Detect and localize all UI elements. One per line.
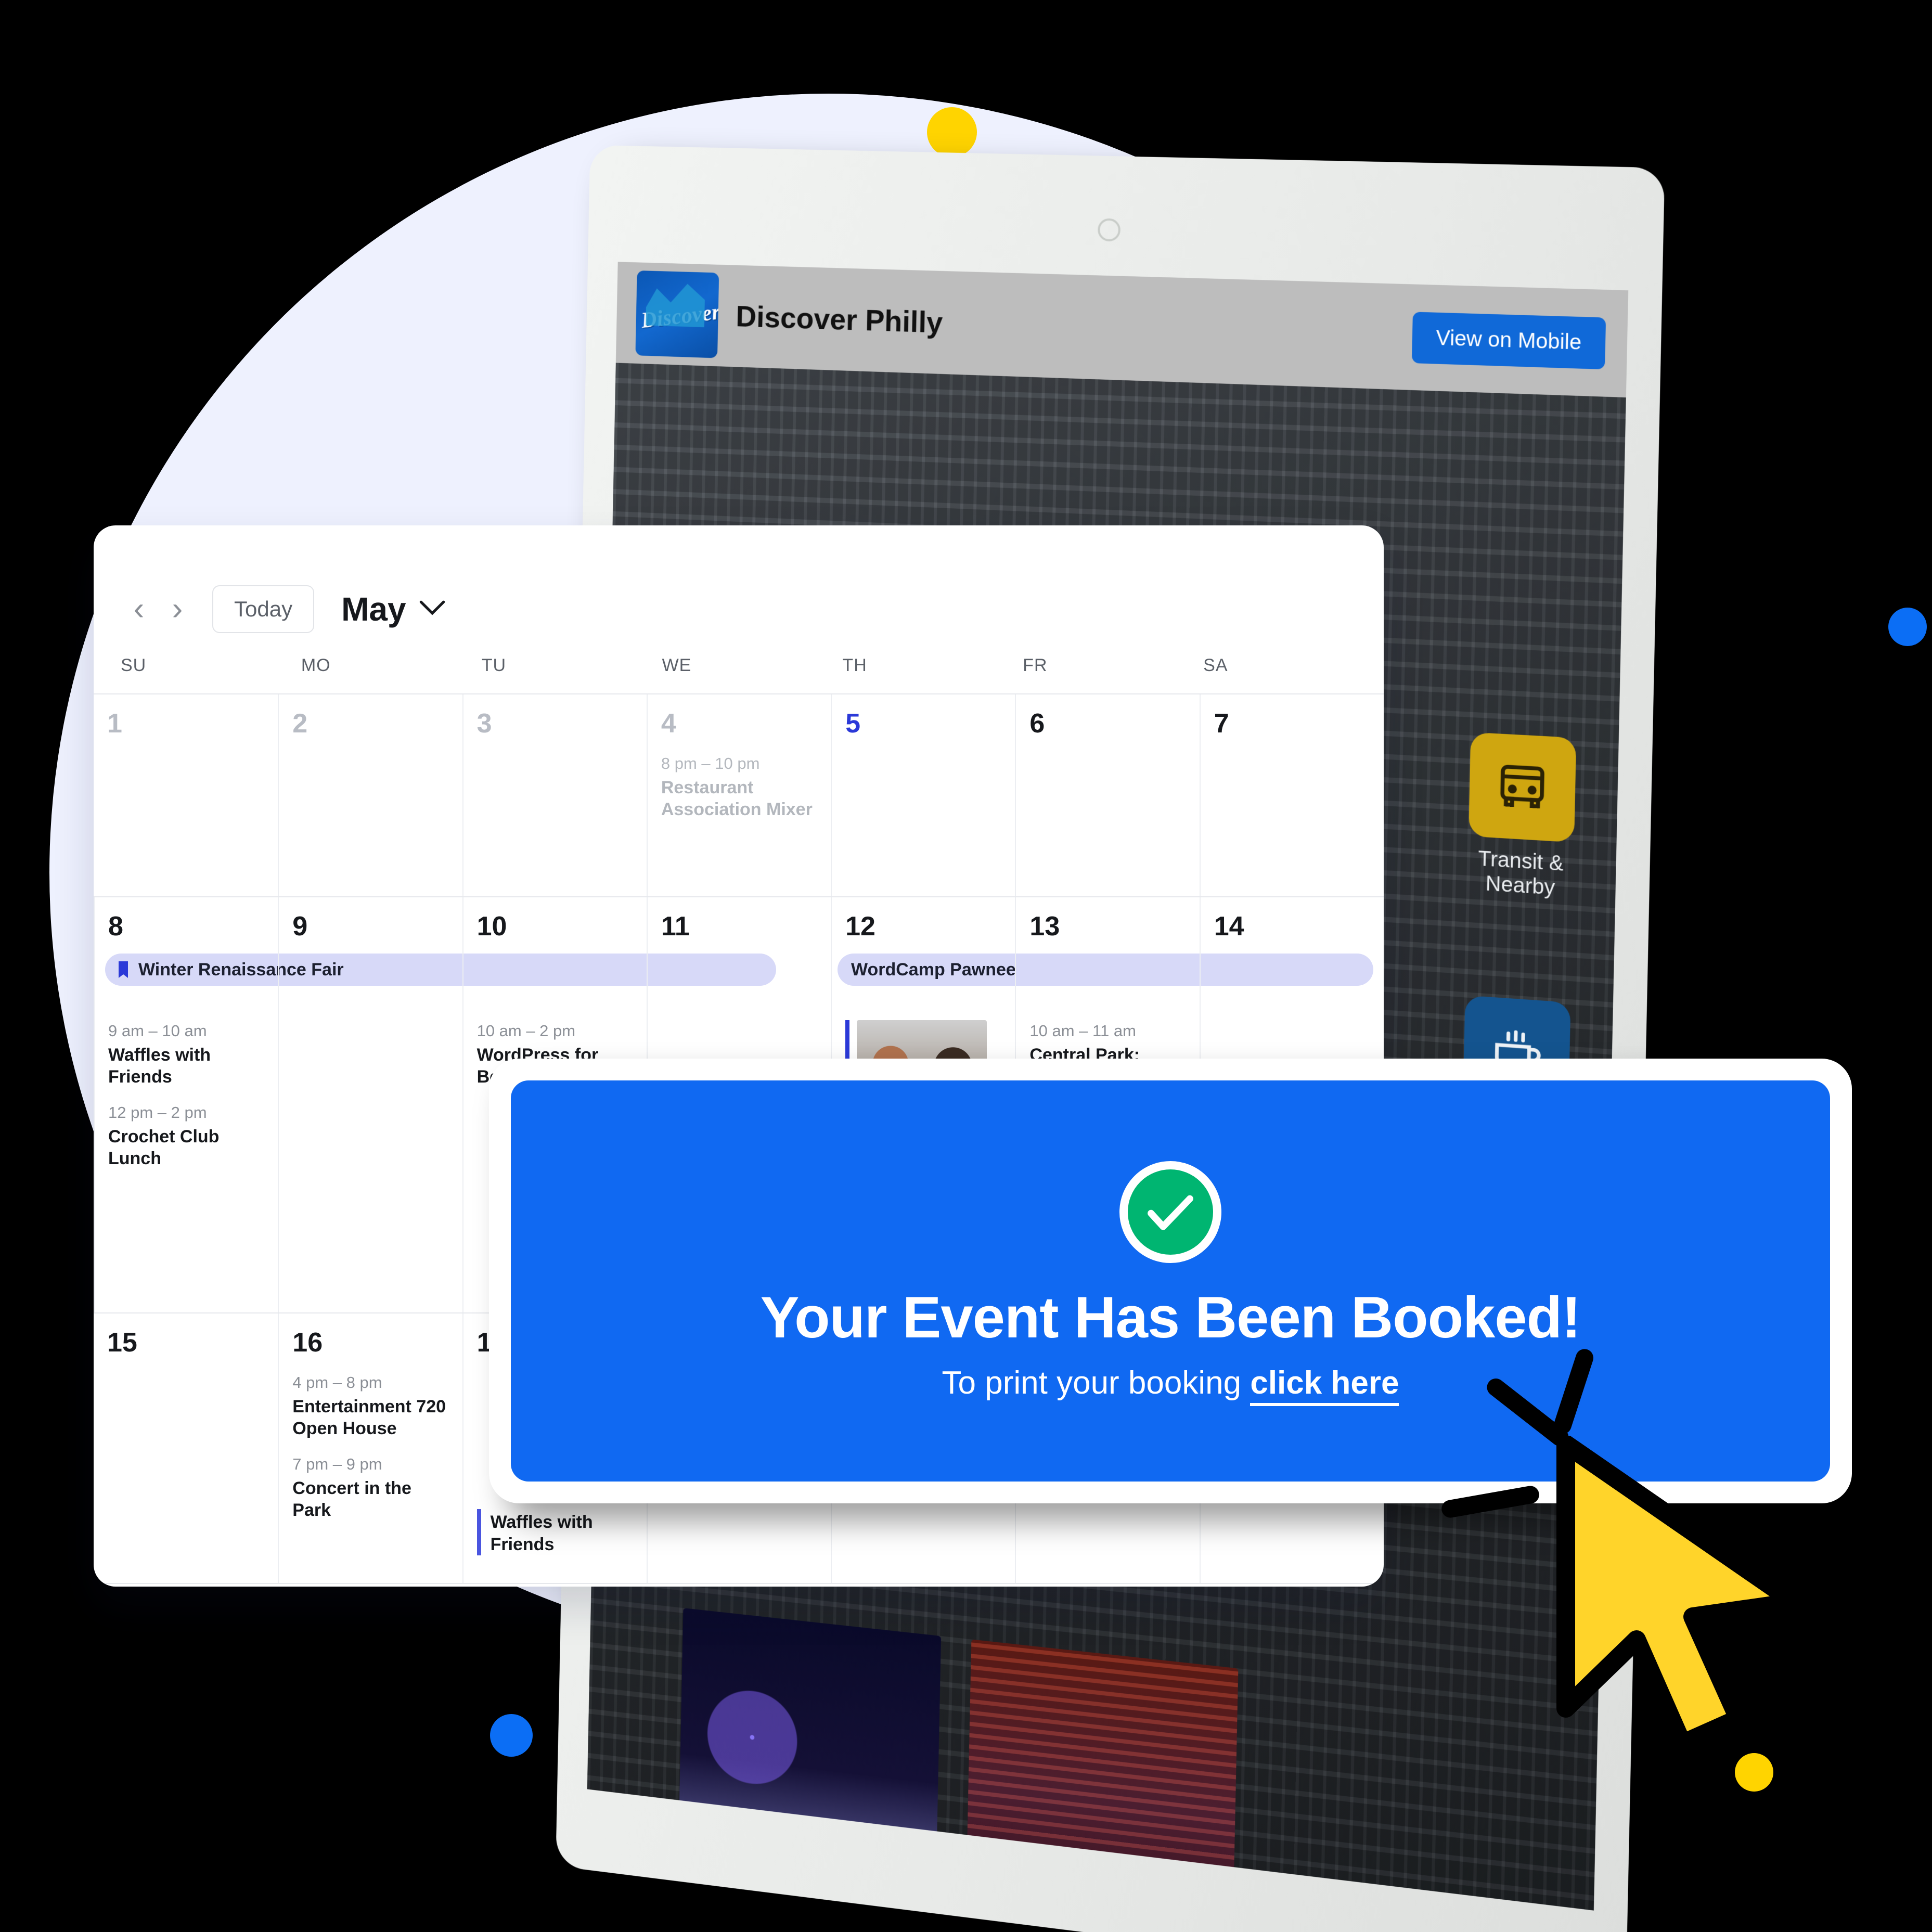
decorative-dot-blue-bottom bbox=[490, 1714, 533, 1757]
calendar-event[interactable]: 9 am – 10 am Waffles with Friends bbox=[108, 1020, 264, 1088]
event-title: Waffles with Friends bbox=[108, 1045, 211, 1087]
logo-wordmark: Discover bbox=[640, 299, 719, 333]
rail-spacer bbox=[1448, 894, 1590, 1004]
event-time: 7 pm – 9 pm bbox=[292, 1454, 382, 1473]
photo-orchestra[interactable] bbox=[965, 1639, 1239, 1911]
day-number: 14 bbox=[1214, 911, 1244, 942]
calendar-event[interactable]: 7 pm – 9 pm Concert in the Park bbox=[292, 1453, 448, 1522]
prev-month-button[interactable]: ‹ bbox=[120, 590, 158, 628]
rail-label-transit: Transit & Nearby bbox=[1477, 846, 1564, 900]
event-time: 9 am – 10 am bbox=[108, 1022, 207, 1040]
day-number: 3 bbox=[476, 709, 492, 739]
click-burst-line bbox=[1551, 1346, 1596, 1437]
dow-mo: MO bbox=[301, 655, 331, 675]
dow-sa: SA bbox=[1203, 655, 1228, 675]
decorative-dot-yellow-top bbox=[927, 107, 977, 157]
event-time: 4 pm – 8 pm bbox=[292, 1373, 382, 1392]
booking-subtitle-prefix: To print your booking bbox=[942, 1364, 1251, 1401]
event-time: 10 am – 2 pm bbox=[476, 1022, 576, 1040]
event-title: Waffles with Friends bbox=[490, 1512, 593, 1554]
day-number: 8 bbox=[108, 911, 123, 942]
view-on-mobile-button[interactable]: View on Mobile bbox=[1412, 311, 1606, 369]
day-number: 1 bbox=[107, 709, 122, 739]
day-number: 7 bbox=[1214, 709, 1229, 739]
cursor-arrow-icon bbox=[1556, 1436, 1804, 1753]
decorative-dot-blue-right bbox=[1888, 608, 1927, 646]
calendar-week-1: 1 2 3 4 8 pm – 10 pm Restaurant Associat… bbox=[94, 694, 1384, 897]
event-time: 12 pm – 2 pm bbox=[108, 1103, 207, 1122]
day-number: 10 bbox=[476, 911, 507, 942]
day-cell[interactable]: 6 bbox=[1015, 694, 1199, 896]
event-color-bar bbox=[476, 1509, 481, 1555]
day-cell[interactable]: 5 bbox=[831, 694, 1015, 896]
dow-fr: FR bbox=[1023, 655, 1048, 675]
mouse-cursor bbox=[1440, 1321, 1873, 1789]
day-cell[interactable]: 7 bbox=[1199, 694, 1384, 896]
day-number: 9 bbox=[292, 911, 308, 942]
event-time: 10 am – 11 am bbox=[1029, 1022, 1136, 1040]
day-cell[interactable]: 9 bbox=[278, 897, 462, 1312]
calendar-toolbar: ‹ › Today May bbox=[94, 525, 1384, 655]
day-number: 5 bbox=[845, 709, 861, 739]
day-number: 11 bbox=[661, 911, 690, 942]
calendar-event[interactable]: 8 pm – 10 pm Restaurant Association Mixe… bbox=[661, 753, 817, 821]
day-number: 13 bbox=[1029, 911, 1060, 942]
booking-confirmation-subtitle: To print your booking click here bbox=[942, 1364, 1399, 1406]
day-number: 12 bbox=[845, 911, 875, 942]
dow-th: TH bbox=[842, 655, 867, 675]
check-circle-icon bbox=[1119, 1161, 1221, 1263]
dow-su: SU bbox=[121, 655, 147, 675]
day-number: 15 bbox=[107, 1328, 137, 1358]
event-title: Restaurant Association Mixer bbox=[661, 777, 813, 820]
next-month-button[interactable]: › bbox=[158, 590, 197, 628]
day-number: 6 bbox=[1029, 709, 1045, 739]
photo-winterfest[interactable] bbox=[678, 1608, 942, 1903]
site-title: Discover Philly bbox=[735, 299, 943, 340]
event-title: Entertainment 720 Open House bbox=[292, 1396, 446, 1439]
day-cell[interactable]: 15 bbox=[94, 1313, 278, 1583]
month-label: May bbox=[341, 590, 406, 628]
calendar-event[interactable]: 4 pm – 8 pm Entertainment 720 Open House bbox=[292, 1372, 448, 1440]
day-cell[interactable]: 2 bbox=[278, 694, 462, 896]
dow-tu: TU bbox=[481, 655, 507, 675]
day-number: 4 bbox=[661, 709, 676, 739]
day-number: 2 bbox=[292, 709, 308, 739]
print-booking-link[interactable]: click here bbox=[1250, 1364, 1399, 1406]
day-cell[interactable]: 1 bbox=[94, 694, 278, 896]
day-of-week-header: SU MO TU WE TH FR SA bbox=[94, 655, 1384, 693]
event-title: Crochet Club Lunch bbox=[108, 1126, 220, 1169]
calendar-event[interactable]: 12 pm – 2 pm Crochet Club Lunch bbox=[108, 1102, 264, 1170]
event-title: Concert in the Park bbox=[292, 1478, 411, 1521]
calendar-event[interactable]: Waffles with Friends bbox=[476, 1509, 633, 1555]
event-time: 8 pm – 10 pm bbox=[661, 754, 760, 772]
chevron-down-icon[interactable] bbox=[419, 596, 446, 622]
screenshot-stage: Discover Discover Philly View on Mobile bbox=[0, 0, 1932, 1932]
day-cell[interactable]: 3 bbox=[462, 694, 647, 896]
discover-philly-logo: Discover bbox=[635, 270, 719, 358]
day-cell[interactable]: 8 9 am – 10 am Waffles with Friends 12 p… bbox=[94, 897, 278, 1312]
day-cell[interactable]: 16 4 pm – 8 pm Entertainment 720 Open Ho… bbox=[278, 1313, 462, 1583]
camera-icon bbox=[1097, 218, 1121, 242]
dow-we: WE bbox=[662, 655, 692, 675]
today-button[interactable]: Today bbox=[212, 585, 315, 633]
bus-icon bbox=[1469, 732, 1577, 843]
day-cell[interactable]: 4 8 pm – 10 pm Restaurant Association Mi… bbox=[646, 694, 831, 896]
rail-item-transit[interactable]: Transit & Nearby bbox=[1450, 731, 1594, 903]
booking-confirmation-title: Your Event Has Been Booked! bbox=[760, 1284, 1581, 1350]
day-number: 16 bbox=[292, 1328, 323, 1358]
